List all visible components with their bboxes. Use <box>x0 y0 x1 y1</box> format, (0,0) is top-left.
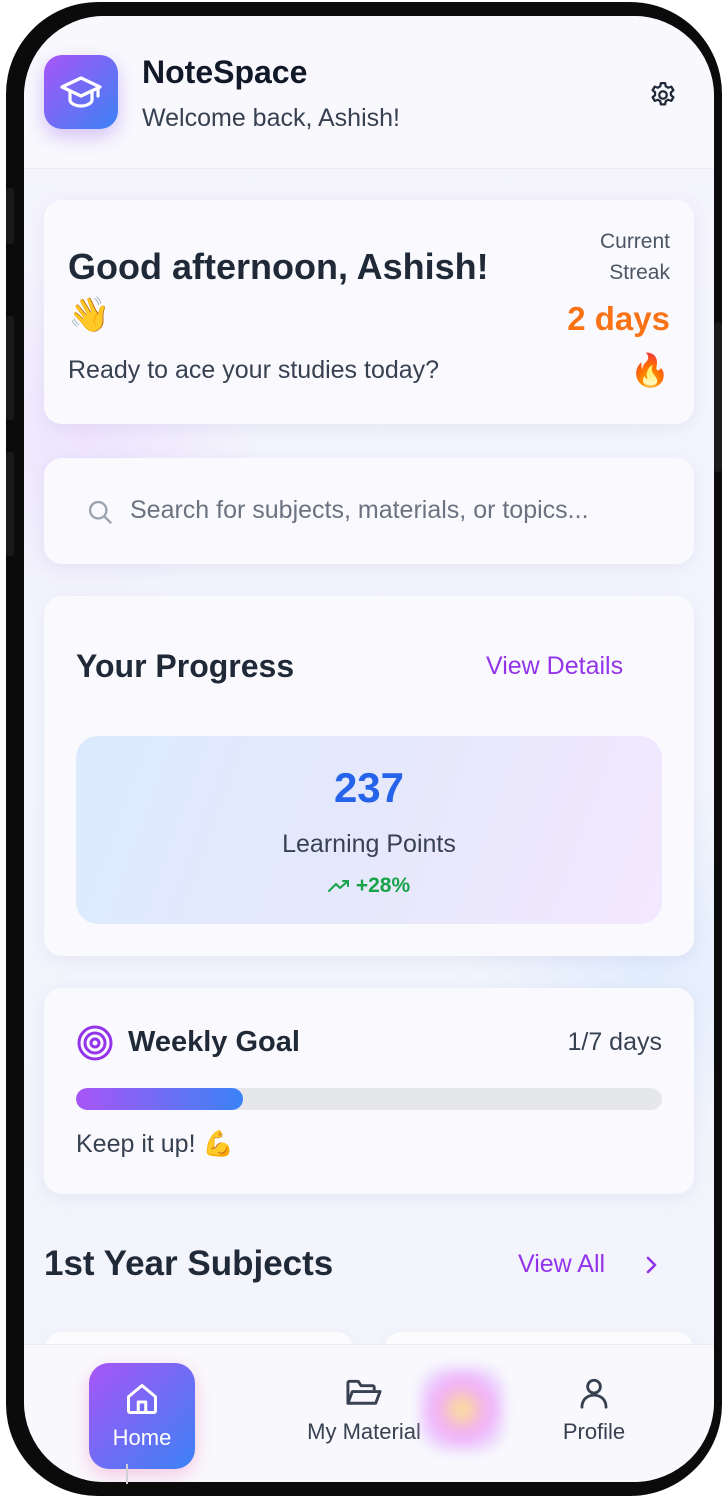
volume-down-button <box>6 452 14 556</box>
trend-indicator: +28% <box>76 874 662 898</box>
welcome-text: Welcome back, Ashish! <box>142 104 400 132</box>
nav-my-material[interactable]: My Material <box>294 1375 434 1445</box>
floating-action-glow[interactable] <box>420 1367 504 1451</box>
weekly-goal-card: Weekly Goal 1/7 days Keep it up! 💪 <box>44 988 694 1194</box>
volume-up-button <box>6 316 14 420</box>
weekly-goal-progress-bar <box>76 1088 662 1110</box>
weekly-goal-count: 1/7 days <box>567 1028 662 1056</box>
nav-profile-label: Profile <box>562 1419 626 1444</box>
nav-home-label: Home <box>112 1425 172 1450</box>
fire-icon: 🔥 <box>630 352 670 388</box>
learning-points-panel: 237 Learning Points +28% <box>76 736 662 924</box>
weekly-goal-note: Keep it up! 💪 <box>76 1130 234 1158</box>
view-all-link[interactable]: View All <box>518 1250 605 1279</box>
greeting-subtitle: Ready to ace your studies today? <box>68 356 440 384</box>
app-title: NoteSpace <box>142 54 308 90</box>
nav-home[interactable]: Home <box>89 1363 195 1469</box>
nav-profile[interactable]: Profile <box>544 1375 644 1445</box>
graduation-cap-icon <box>60 76 102 108</box>
mute-switch <box>6 188 14 244</box>
search-icon <box>88 500 112 524</box>
settings-button[interactable] <box>646 78 680 112</box>
weekly-goal-progress-fill <box>76 1088 243 1110</box>
gear-icon <box>651 82 675 106</box>
app-screen: NoteSpace Welcome back, Ashish! Good aft… <box>24 16 714 1482</box>
app-header: NoteSpace Welcome back, Ashish! <box>24 16 714 169</box>
subjects-section-title: 1st Year Subjects <box>44 1244 334 1283</box>
search-bar[interactable]: Search for subjects, materials, or topic… <box>44 458 694 564</box>
trend-value: +28% <box>355 874 411 897</box>
chevron-right-icon[interactable] <box>640 1252 662 1278</box>
progress-title: Your Progress <box>76 648 295 684</box>
power-button <box>714 322 722 472</box>
learning-points-label: Learning Points <box>282 830 456 858</box>
greeting-title: Good afternoon, Ashish! <box>68 246 489 287</box>
streak-label: Current Streak <box>599 230 670 284</box>
learning-points-value: 237 <box>333 764 405 811</box>
view-details-link[interactable]: View Details <box>486 652 623 681</box>
target-icon <box>77 1025 113 1061</box>
streak-value: 2 days <box>567 300 670 337</box>
phone-frame: NoteSpace Welcome back, Ashish! Good aft… <box>6 2 722 1496</box>
home-indicator <box>126 1464 128 1484</box>
weekly-goal-title: Weekly Goal <box>128 1026 300 1058</box>
trending-up-icon <box>327 880 349 893</box>
nav-my-material-label: My Material <box>307 1419 421 1444</box>
search-input[interactable]: Search for subjects, materials, or topic… <box>130 496 589 525</box>
folder-icon <box>346 1379 382 1405</box>
app-logo[interactable] <box>44 55 118 129</box>
user-icon <box>580 1378 608 1409</box>
progress-card: Your Progress View Details 237 Learning … <box>44 596 694 956</box>
waving-hand-icon: 👋 <box>68 296 111 334</box>
home-icon <box>127 1384 157 1414</box>
greeting-card: Good afternoon, Ashish! 👋 Ready to ace y… <box>44 200 694 424</box>
bottom-navigation: Home My Material Profile <box>24 1344 714 1482</box>
